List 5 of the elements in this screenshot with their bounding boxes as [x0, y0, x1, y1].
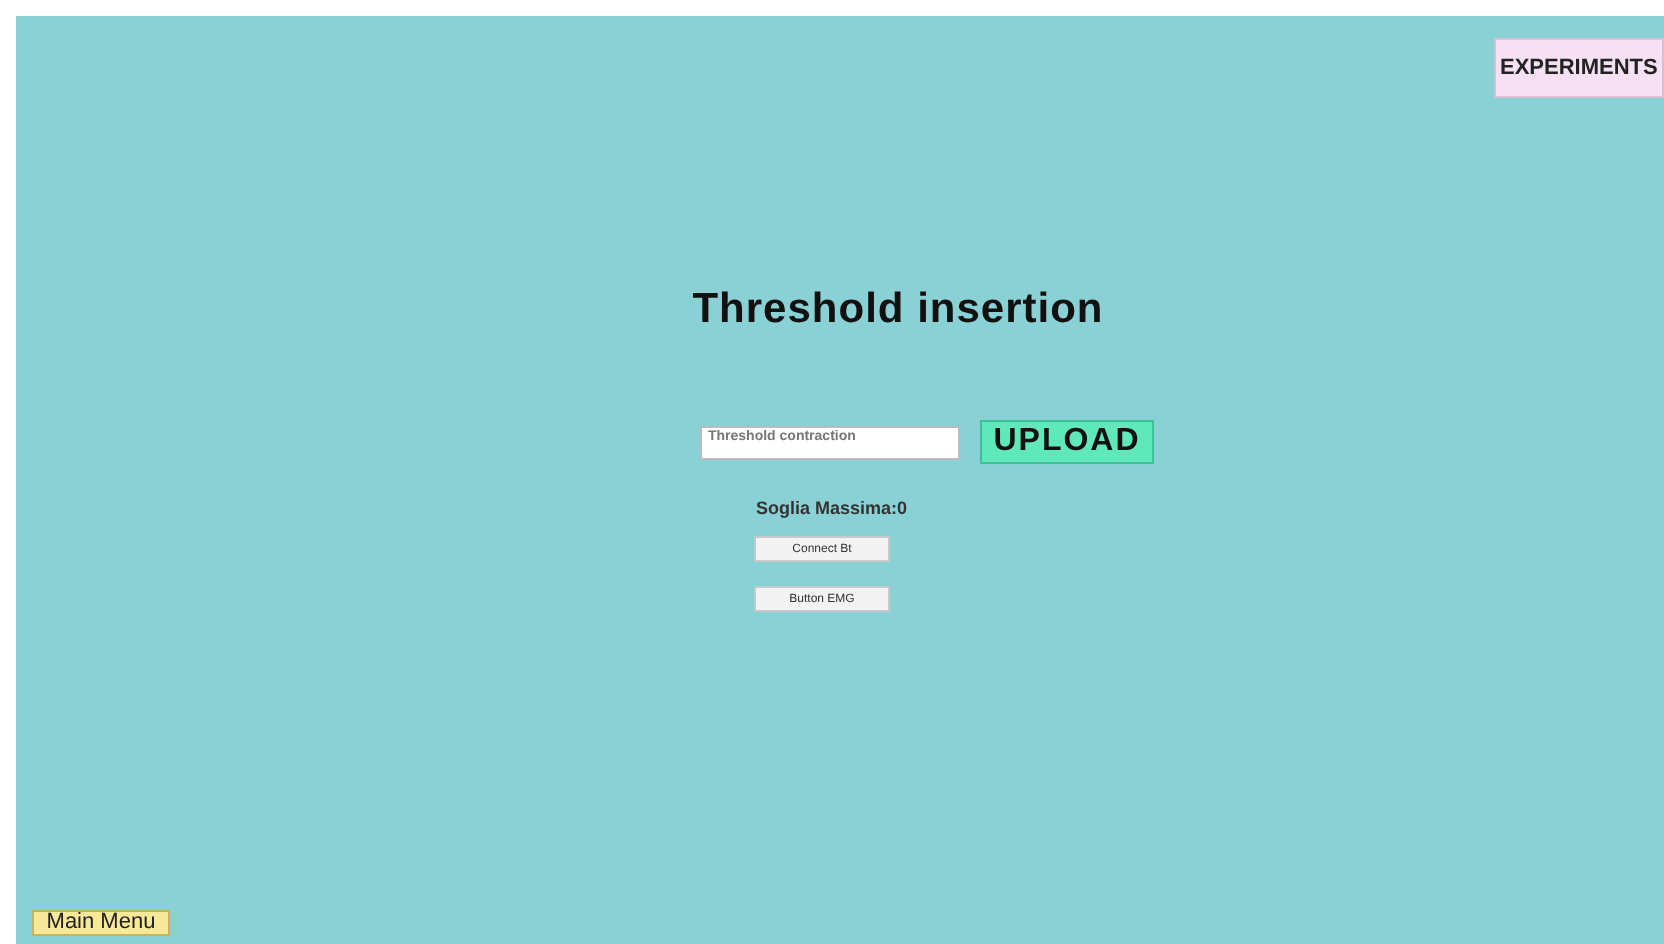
- experiments-button[interactable]: EXPERIMENTS: [1494, 38, 1664, 98]
- page-title: Threshold insertion: [690, 284, 1106, 336]
- max-threshold-label: Soglia Massima:0: [756, 498, 908, 518]
- upload-button[interactable]: UPLOAD: [980, 420, 1154, 464]
- main-menu-button[interactable]: Main Menu: [32, 910, 170, 936]
